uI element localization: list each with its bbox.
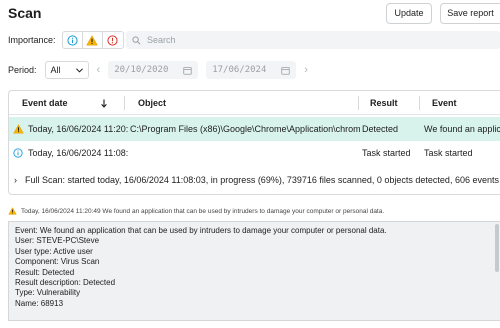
calendar-icon: [281, 66, 290, 75]
row-object: C:\Program Files (x86)\Google\Chrome\App…: [130, 124, 360, 134]
importance-filter: Importance:: [8, 31, 124, 49]
importance-warning-toggle[interactable]: [83, 32, 103, 48]
importance-toggle-group: [61, 31, 124, 49]
page-title: Scan: [8, 5, 42, 21]
info-icon: [66, 34, 78, 46]
column-event[interactable]: Event: [432, 91, 457, 115]
event-detail-header-text: Today, 16/06/2024 11:20:49 We found an a…: [21, 207, 385, 215]
previous-period-arrow-icon[interactable]: ‹: [97, 64, 101, 76]
sort-down-arrow-icon[interactable]: [101, 99, 107, 108]
event-details-textarea[interactable]: Event: We found an application that can …: [8, 221, 500, 321]
detail-line: Name: 68913: [15, 298, 64, 308]
column-divider[interactable]: [419, 96, 420, 110]
detail-line: User type: Active user: [15, 246, 93, 256]
date-from-value: 20/10/2020: [114, 65, 169, 75]
info-icon: [13, 148, 23, 158]
warning-icon: [8, 207, 17, 215]
table-row[interactable]: Today, 16/06/2024 11:08:03 Task started …: [9, 141, 500, 165]
table-row[interactable]: Today, 16/06/2024 11:20:49 C:\Program Fi…: [9, 117, 500, 141]
date-to-field[interactable]: 17/06/2024: [206, 61, 297, 79]
row-event: Task started: [424, 148, 473, 158]
row-object: [130, 141, 360, 165]
detail-line: Type: Vulnerability: [15, 288, 81, 298]
warning-icon: [13, 124, 24, 134]
date-to-value: 17/06/2024: [212, 65, 267, 75]
save-report-button[interactable]: Save report: [440, 3, 500, 24]
update-button[interactable]: Update: [386, 3, 432, 24]
detail-line: Component: Virus Scan: [15, 257, 100, 267]
row-event: We found an application: [424, 124, 500, 134]
warning-icon: [86, 34, 98, 45]
chevron-right-icon[interactable]: ›: [14, 168, 17, 192]
column-event-date[interactable]: Event date: [22, 91, 68, 115]
row-result: Task started: [362, 148, 411, 158]
column-object[interactable]: Object: [138, 91, 166, 115]
chevron-down-icon: [75, 67, 83, 72]
period-select[interactable]: All: [44, 61, 89, 79]
importance-info-toggle[interactable]: [63, 32, 83, 48]
search-input[interactable]: Search: [126, 31, 500, 49]
scan-summary-row[interactable]: › Full Scan: started today, 16/06/2024 1…: [9, 168, 500, 192]
calendar-icon: [183, 66, 192, 75]
table-header: Event date Object Result Event: [9, 91, 500, 115]
detail-line: User: STEVE-PC\Steve: [15, 236, 100, 246]
detail-line: Result: Detected: [15, 267, 75, 277]
next-period-arrow-icon[interactable]: ›: [304, 64, 308, 76]
event-detail-header: Today, 16/06/2024 11:20:49 We found an a…: [8, 207, 384, 215]
details-scrollbar-thumb[interactable]: [495, 224, 499, 272]
date-from-field[interactable]: 20/10/2020: [108, 61, 199, 79]
period-select-value: All: [50, 65, 61, 75]
search-placeholder: Search: [147, 35, 176, 45]
detail-line: Result description: Detected: [15, 278, 116, 288]
period-filter: Period: All ‹ 20/10/2020 17/06/2024 ›: [8, 61, 316, 79]
error-icon: [107, 34, 118, 46]
detail-line: Event: We found an application that can …: [15, 226, 387, 235]
events-table: Event date Object Result Event Today, 16…: [8, 90, 500, 195]
importance-error-toggle[interactable]: [103, 32, 123, 48]
row-event-date: Today, 16/06/2024 11:08:03: [28, 148, 128, 158]
scan-summary-text: Full Scan: started today, 16/06/2024 11:…: [25, 175, 499, 185]
row-event-date: Today, 16/06/2024 11:20:49: [28, 124, 128, 134]
column-divider[interactable]: [358, 96, 359, 110]
column-result[interactable]: Result: [370, 91, 398, 115]
details-scrollbar[interactable]: [494, 222, 500, 320]
search-icon: [132, 35, 141, 44]
importance-label: Importance:: [8, 35, 56, 45]
row-result: Detected: [362, 124, 399, 134]
period-label: Period:: [8, 65, 37, 75]
column-divider[interactable]: [124, 96, 125, 110]
